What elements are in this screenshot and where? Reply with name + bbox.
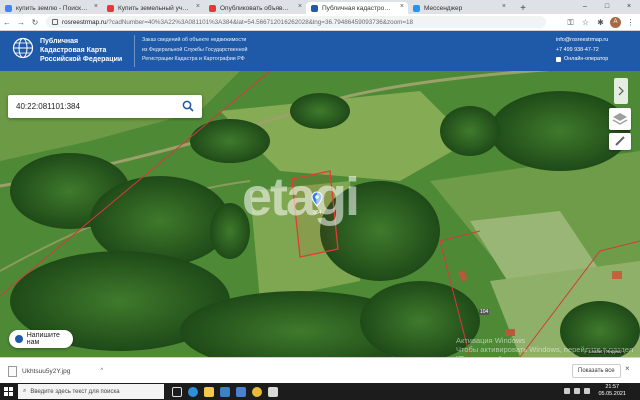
tab-close-icon[interactable]: × bbox=[400, 3, 404, 10]
tab-close-icon[interactable]: × bbox=[502, 3, 506, 10]
network-icon[interactable] bbox=[574, 388, 580, 394]
minimize-button[interactable]: – bbox=[574, 0, 596, 12]
profile-avatar[interactable]: A bbox=[610, 17, 621, 28]
tab-close-icon[interactable]: × bbox=[196, 3, 200, 10]
file-icon bbox=[8, 365, 17, 377]
tab-publish-ad[interactable]: Опубликовать объявление × bbox=[204, 2, 306, 14]
tab-label: Опубликовать объявление bbox=[220, 4, 292, 12]
show-all-downloads-button[interactable]: Показать все bbox=[572, 364, 621, 378]
menu-dots-icon[interactable]: ⋮ bbox=[625, 17, 636, 28]
url-input[interactable]: rosreestrmap.ru /?cadNumber=40%3A22%3A08… bbox=[46, 16, 546, 28]
windows-taskbar: ⌕ Введите здесь текст для поиска 21:57 0… bbox=[0, 383, 640, 400]
contact-email-link[interactable]: info@rosreestrmap.ru bbox=[556, 36, 640, 46]
chat-bubble-icon bbox=[15, 335, 23, 343]
browser-tab-strip: купить землю - Поиск в Google × Купить з… bbox=[0, 0, 640, 14]
new-tab-button[interactable]: + bbox=[516, 2, 530, 14]
volume-icon[interactable] bbox=[584, 388, 590, 394]
forward-arrow-icon[interactable]: → bbox=[14, 18, 28, 27]
map-attribution[interactable]: Leaflet | Яндекс bbox=[587, 349, 624, 354]
task-view-icon[interactable] bbox=[172, 386, 182, 397]
taskbar-clock[interactable]: 21:57 05.05.2021 bbox=[598, 384, 626, 398]
tab-label: Мессенджер bbox=[424, 4, 463, 12]
file-explorer-icon[interactable] bbox=[204, 386, 214, 397]
close-download-bar-icon[interactable]: × bbox=[625, 364, 630, 373]
url-host: rosreestrmap.ru bbox=[62, 18, 107, 26]
cadastral-search-input[interactable]: 40:22:081101:384 bbox=[8, 95, 202, 118]
taskbar-search-input[interactable]: ⌕ Введите здесь текст для поиска bbox=[18, 384, 164, 399]
star-icon[interactable]: ☆ bbox=[580, 17, 591, 28]
download-file-name: Ukhtsuu5y2Y.jpg bbox=[22, 367, 71, 375]
search-icon[interactable] bbox=[182, 100, 194, 112]
app-icon[interactable] bbox=[268, 386, 278, 397]
site-title[interactable]: Публичная Кадастровая Карта Российской Ф… bbox=[40, 37, 130, 64]
address-bar: ← → ↻ rosreestrmap.ru /?cadNumber=40%3A2… bbox=[0, 14, 640, 31]
url-path: /?cadNumber=40%3A22%3A081101%3A384&lat=5… bbox=[106, 18, 414, 26]
road-label: 104 bbox=[479, 309, 490, 315]
store-icon[interactable] bbox=[220, 386, 230, 397]
edge-icon[interactable] bbox=[188, 386, 198, 397]
chat-icon bbox=[556, 57, 561, 63]
tab-cadastral-map[interactable]: Публичная кадастровая карта × bbox=[306, 2, 408, 14]
etagi-favicon-icon bbox=[209, 5, 216, 12]
tab-close-icon[interactable]: × bbox=[94, 3, 98, 10]
key-icon[interactable]: ⚿ bbox=[565, 17, 576, 28]
tab-label: купить землю - Поиск в Google bbox=[16, 4, 88, 12]
contact-phone-link[interactable]: +7 499 938-47-72 bbox=[556, 46, 640, 56]
chrome-icon[interactable] bbox=[252, 386, 262, 397]
cadastral-favicon-icon bbox=[311, 5, 318, 12]
ruler-icon bbox=[615, 136, 625, 146]
tab-close-icon[interactable]: × bbox=[298, 3, 302, 10]
maximize-button[interactable]: □ bbox=[596, 0, 618, 12]
taskbar-apps bbox=[172, 386, 278, 397]
tab-buy-land[interactable]: Купить земельный участок в Ка… × bbox=[102, 2, 204, 14]
back-arrow-icon[interactable]: ← bbox=[0, 18, 14, 27]
measure-button[interactable] bbox=[609, 133, 631, 150]
tab-label: Публичная кадастровая карта bbox=[322, 4, 394, 12]
header-description: Заказ сведений об объекте недвижимости и… bbox=[142, 37, 248, 62]
header-divider bbox=[134, 35, 135, 67]
messenger-favicon-icon bbox=[413, 5, 420, 12]
etagi-favicon-icon bbox=[107, 5, 114, 12]
globe-logo-icon[interactable] bbox=[12, 37, 34, 59]
address-bar-actions: ⚿ ☆ ✱ A ⋮ bbox=[565, 17, 636, 28]
lock-icon bbox=[52, 19, 58, 25]
extensions-icon[interactable]: ✱ bbox=[595, 17, 606, 28]
write-us-button[interactable]: Напишите нам bbox=[9, 330, 73, 348]
tab-messenger[interactable]: Мессенджер × bbox=[408, 2, 510, 14]
screen: купить землю - Поиск в Google × Купить з… bbox=[0, 0, 640, 400]
search-icon: ⌕ bbox=[23, 388, 27, 394]
panel-toggle-icon[interactable] bbox=[614, 78, 628, 104]
layers-button[interactable] bbox=[609, 108, 631, 130]
tab-google-search[interactable]: купить землю - Поиск в Google × bbox=[0, 2, 102, 14]
download-bar: Ukhtsuu5y2Y.jpg ^ Показать все × bbox=[0, 357, 640, 383]
online-operator-link[interactable]: Онлайн-оператор bbox=[556, 55, 640, 65]
google-favicon-icon bbox=[5, 5, 12, 12]
tab-label: Купить земельный участок в Ка… bbox=[118, 4, 190, 12]
mail-icon[interactable] bbox=[236, 386, 246, 397]
windows-start-icon[interactable] bbox=[0, 383, 16, 400]
window-controls: – □ × bbox=[574, 0, 640, 12]
chevron-up-tray-icon[interactable] bbox=[564, 388, 570, 394]
header-contacts: info@rosreestrmap.ru +7 499 938-47-72 Он… bbox=[556, 36, 640, 65]
site-header: Публичная Кадастровая Карта Российской Ф… bbox=[0, 31, 640, 71]
layers-icon bbox=[612, 113, 628, 125]
chevron-up-icon[interactable]: ^ bbox=[100, 368, 103, 374]
etagi-watermark: etagi bbox=[242, 167, 360, 227]
download-item[interactable]: Ukhtsuu5y2Y.jpg ^ bbox=[8, 364, 128, 378]
close-window-button[interactable]: × bbox=[618, 0, 640, 12]
reload-icon[interactable]: ↻ bbox=[28, 18, 42, 27]
system-tray bbox=[564, 388, 590, 394]
